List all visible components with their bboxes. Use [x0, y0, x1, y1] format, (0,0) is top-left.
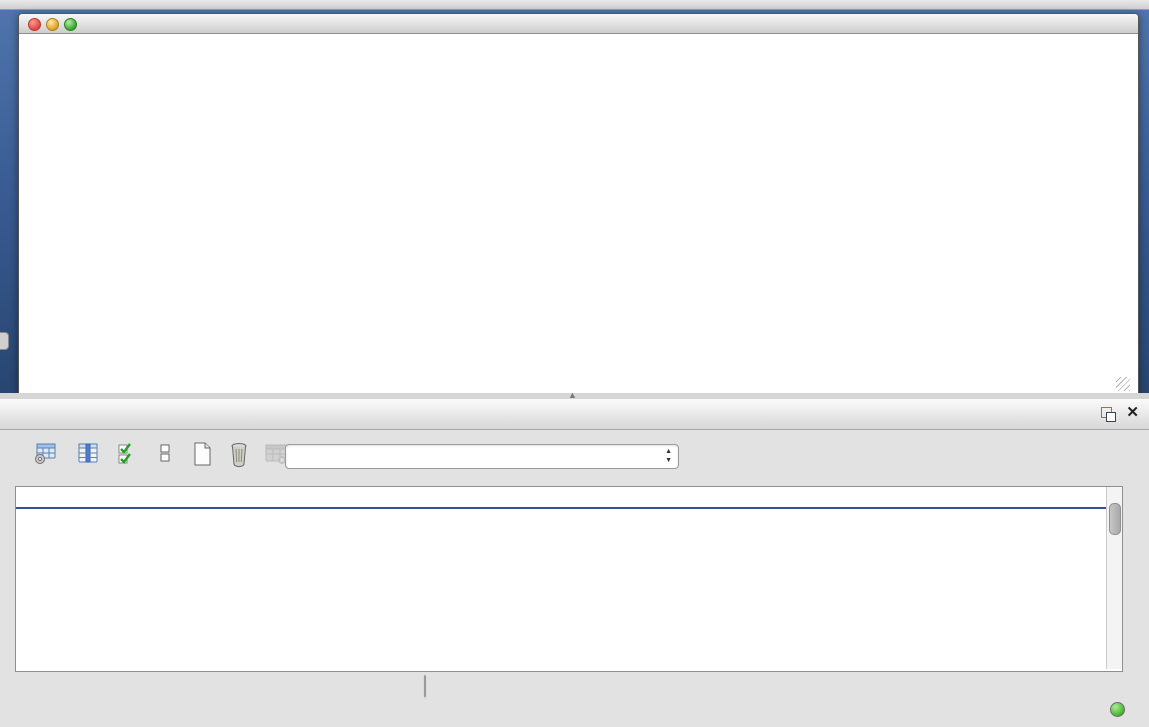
app-toolbar-edge	[0, 0, 1149, 10]
combobox-stepper-icon[interactable]: ▲▼	[665, 447, 672, 465]
trash-icon[interactable]	[226, 441, 252, 467]
scrollbar-thumb[interactable]	[1109, 503, 1121, 535]
network-canvas[interactable]	[20, 34, 1133, 394]
table-mode-tabs	[424, 675, 426, 697]
window-titlebar[interactable]	[19, 14, 1138, 34]
node-table	[15, 486, 1123, 672]
column-select-icon[interactable]	[75, 441, 101, 467]
table-header-row[interactable]	[16, 487, 1106, 507]
table-settings-icon[interactable]	[33, 441, 59, 467]
new-document-icon[interactable]	[189, 441, 215, 467]
resize-grip[interactable]	[1116, 377, 1130, 391]
close-panel-icon[interactable]: ✕	[1126, 404, 1139, 422]
network-svg[interactable]	[20, 34, 1133, 394]
panel-collapse-handle[interactable]	[0, 332, 9, 350]
minimize-window-icon[interactable]	[46, 18, 59, 31]
rows-icon[interactable]	[152, 441, 178, 467]
table-toolbar: ▲▼	[0, 429, 1149, 479]
table-selector-combobox[interactable]: ▲▼	[285, 444, 679, 469]
select-all-icon[interactable]	[114, 441, 140, 467]
table-panel: ✕ ▲▼	[0, 399, 1149, 727]
table-panel-header[interactable]: ✕	[0, 399, 1149, 430]
zoom-window-icon[interactable]	[64, 18, 77, 31]
network-desktop	[0, 10, 1149, 398]
network-window[interactable]	[18, 13, 1139, 396]
memory-ok-icon[interactable]	[1110, 702, 1125, 717]
close-window-icon[interactable]	[28, 18, 41, 31]
vertical-scrollbar[interactable]	[1106, 487, 1122, 669]
header-underline	[16, 507, 1106, 509]
float-panel-icon[interactable]	[1101, 407, 1115, 421]
